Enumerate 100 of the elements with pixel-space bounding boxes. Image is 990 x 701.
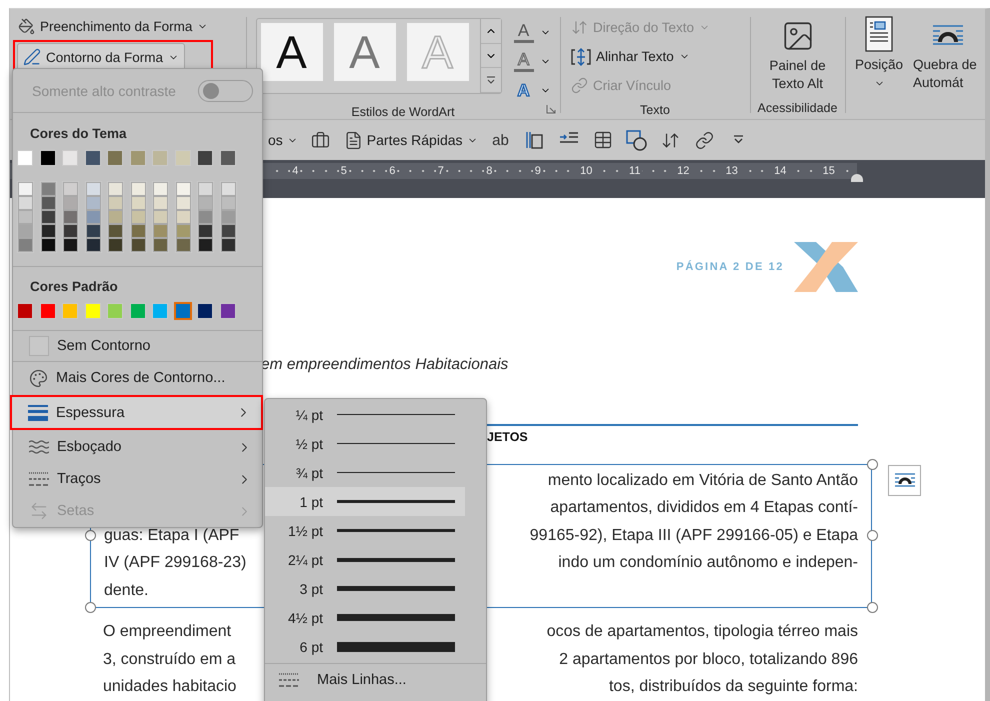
color-swatch[interactable] — [197, 150, 213, 166]
color-swatch[interactable] — [108, 224, 123, 238]
color-swatch[interactable] — [176, 224, 190, 238]
color-swatch[interactable] — [130, 224, 146, 238]
color-swatch[interactable] — [153, 238, 168, 252]
color-swatch[interactable] — [63, 182, 78, 196]
color-swatch[interactable] — [62, 150, 78, 166]
color-swatch[interactable] — [107, 150, 123, 166]
color-swatch[interactable] — [108, 196, 123, 210]
color-swatch[interactable] — [18, 238, 33, 252]
color-swatch[interactable] — [18, 182, 33, 196]
alt-text-button[interactable]: Painel de Texto Alt — [756, 15, 840, 97]
shape-fill-button[interactable]: Preenchimento da Forma — [13, 13, 214, 39]
color-swatch[interactable] — [86, 224, 100, 238]
color-swatch[interactable] — [198, 182, 213, 196]
color-swatch[interactable] — [152, 303, 168, 319]
color-swatch[interactable] — [107, 303, 123, 319]
menu-item[interactable]: Espessura — [12, 397, 261, 428]
line-weight-item[interactable]: 4½ pt — [265, 603, 465, 632]
color-swatch[interactable] — [40, 150, 56, 166]
text-button[interactable]: ab — [486, 125, 516, 155]
color-swatch[interactable] — [220, 182, 236, 196]
color-swatch[interactable] — [86, 182, 100, 196]
resize-handle[interactable] — [866, 530, 878, 542]
dialog-launcher-icon[interactable] — [546, 104, 556, 114]
color-swatch[interactable] — [17, 150, 33, 166]
color-swatch[interactable] — [84, 150, 100, 166]
indent-marker[interactable] — [851, 174, 863, 182]
color-swatch[interactable] — [86, 196, 100, 210]
resize-handle[interactable] — [866, 458, 878, 470]
color-swatch[interactable] — [176, 210, 190, 224]
text-button[interactable]: Alinhar Texto — [566, 42, 716, 71]
text-style-button[interactable]: A — [510, 18, 554, 47]
color-swatch[interactable] — [198, 238, 213, 252]
color-swatch[interactable] — [86, 210, 100, 224]
color-swatch[interactable] — [18, 224, 33, 238]
line-weight-item[interactable]: ½ pt — [265, 429, 465, 458]
color-swatch[interactable] — [63, 238, 78, 252]
color-swatch[interactable] — [174, 150, 190, 166]
color-swatch[interactable] — [220, 196, 236, 210]
color-swatch[interactable] — [130, 182, 146, 196]
line-weight-item[interactable]: ¾ pt — [265, 458, 465, 487]
color-swatch[interactable] — [63, 210, 78, 224]
color-swatch[interactable] — [130, 196, 146, 210]
color-swatch[interactable] — [40, 224, 56, 238]
color-swatch[interactable] — [108, 182, 123, 196]
color-swatch[interactable] — [18, 196, 33, 210]
scroll-up-button[interactable] — [480, 19, 500, 44]
color-swatch[interactable] — [130, 303, 146, 319]
menu-item[interactable]: Esboçado — [13, 431, 262, 463]
layout-options-button[interactable] — [888, 465, 921, 496]
color-swatch[interactable] — [108, 238, 123, 252]
color-swatch[interactable] — [220, 150, 236, 166]
color-swatch[interactable] — [153, 196, 168, 210]
color-swatch[interactable] — [63, 196, 78, 210]
color-swatch[interactable] — [62, 303, 78, 319]
color-swatch[interactable] — [130, 238, 146, 252]
menu-item[interactable]: Sem Contorno — [13, 331, 262, 361]
color-swatch[interactable] — [63, 224, 78, 238]
line-weight-item[interactable]: 6 pt — [265, 632, 465, 661]
color-swatch[interactable] — [220, 224, 236, 238]
wordart-style[interactable]: A — [260, 23, 322, 81]
position-button[interactable]: Posição — [847, 12, 911, 119]
color-swatch[interactable] — [220, 303, 236, 319]
color-swatch[interactable] — [153, 182, 168, 196]
color-swatch[interactable] — [220, 238, 236, 252]
color-swatch[interactable] — [176, 196, 190, 210]
color-swatch[interactable] — [130, 150, 146, 166]
wordart-style[interactable]: A — [334, 23, 396, 81]
color-swatch[interactable] — [153, 224, 168, 238]
line-weight-item[interactable]: ¼ pt — [265, 400, 465, 429]
color-swatch[interactable] — [198, 224, 213, 238]
line-weight-item[interactable]: 1½ pt — [265, 516, 465, 545]
color-swatch[interactable] — [40, 196, 56, 210]
color-swatch[interactable] — [220, 210, 236, 224]
line-weight-item[interactable]: 3 pt — [265, 574, 465, 603]
color-swatch[interactable] — [108, 210, 123, 224]
color-swatch[interactable] — [152, 150, 168, 166]
color-swatch[interactable] — [40, 182, 56, 196]
menu-item[interactable]: Mais Linhas... — [265, 664, 486, 696]
color-swatch[interactable] — [40, 238, 56, 252]
color-swatch[interactable] — [130, 210, 146, 224]
line-weight-item[interactable]: 1 pt — [265, 487, 465, 516]
color-swatch[interactable] — [198, 196, 213, 210]
line-weight-item[interactable]: 2¼ pt — [265, 545, 465, 574]
color-swatch[interactable] — [197, 303, 213, 319]
color-swatch[interactable] — [40, 210, 56, 224]
menu-item[interactable]: Mais Cores de Contorno... — [13, 362, 262, 394]
resize-handle[interactable] — [84, 530, 96, 542]
color-swatch[interactable] — [176, 182, 190, 196]
color-swatch[interactable] — [86, 238, 100, 252]
color-swatch[interactable] — [17, 303, 33, 319]
color-swatch[interactable] — [84, 303, 100, 319]
color-swatch[interactable] — [40, 303, 56, 319]
color-swatch[interactable] — [198, 210, 213, 224]
color-swatch[interactable] — [174, 302, 192, 320]
quick-parts-button[interactable]: Partes Rápidas — [340, 125, 482, 155]
menu-item[interactable]: Traços — [13, 463, 262, 495]
resize-handle[interactable] — [84, 602, 96, 613]
color-swatch[interactable] — [153, 210, 168, 224]
